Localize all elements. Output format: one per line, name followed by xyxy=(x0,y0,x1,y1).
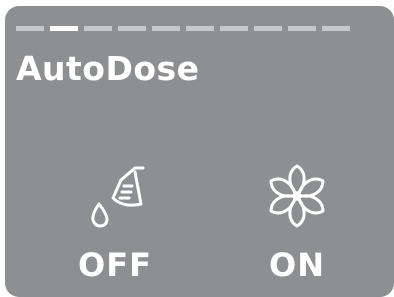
autodose-on-option[interactable]: ON xyxy=(227,156,367,291)
page-indicator-segment xyxy=(322,26,350,31)
off-label: OFF xyxy=(78,246,152,284)
page-indicator-segment xyxy=(186,26,214,31)
page-indicator-segment-active xyxy=(50,26,78,31)
autodose-screen: AutoDose OFF ON xyxy=(5,6,394,297)
on-label: ON xyxy=(269,246,325,284)
page-indicator-segment xyxy=(118,26,146,31)
page-indicator-segment xyxy=(152,26,180,31)
page-indicator-segment xyxy=(16,26,44,31)
page-indicator xyxy=(16,26,350,31)
page-indicator-segment xyxy=(220,26,248,31)
page-indicator-segment xyxy=(288,26,316,31)
page-title: AutoDose xyxy=(16,49,200,88)
measuring-cup-drop-icon xyxy=(91,166,145,228)
autodose-off-option[interactable]: OFF xyxy=(45,156,185,291)
page-indicator-segment xyxy=(254,26,282,31)
flower-icon xyxy=(265,164,329,228)
page-indicator-segment xyxy=(84,26,112,31)
